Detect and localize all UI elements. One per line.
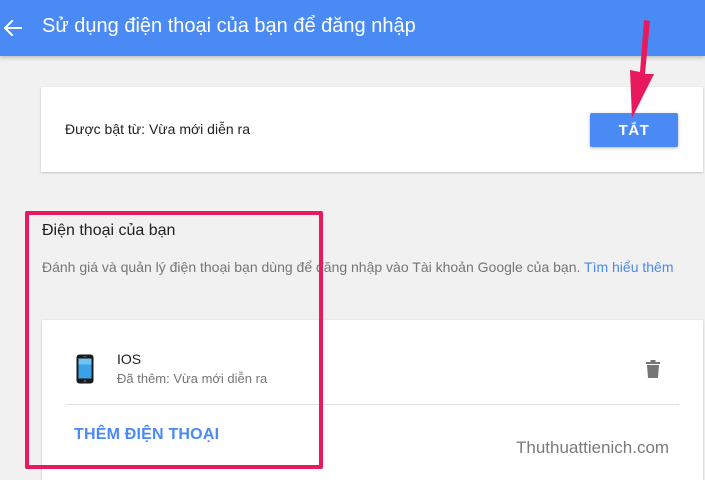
smartphone-icon: [76, 354, 94, 384]
add-phone-button[interactable]: THÊM ĐIỆN THOẠI: [74, 426, 219, 444]
section-title: Điện thoại của bạn: [42, 222, 176, 239]
turn-off-button[interactable]: TẮT: [590, 113, 678, 147]
status-text: Được bật từ: Vừa mới diễn ra: [65, 121, 250, 137]
description-text: Đánh giá và quản lý điện thoại bạn dùng …: [42, 259, 581, 275]
page-title: Sử dụng điện thoại của bạn để đăng nhập: [42, 15, 416, 37]
phone-name: IOS: [117, 351, 142, 367]
section-description: Đánh giá và quản lý điện thoại bạn dùng …: [42, 256, 692, 278]
status-card: Được bật từ: Vừa mới diễn ra TẮT: [41, 87, 703, 172]
learn-more-link[interactable]: Tìm hiểu thêm: [584, 259, 673, 275]
watermark: Thuthuattienich.com: [516, 438, 670, 457]
trash-icon: [646, 360, 660, 378]
arrow-left-icon: [4, 20, 22, 36]
divider: [66, 404, 679, 405]
app-header: Sử dụng điện thoại của bạn để đăng nhập: [0, 0, 705, 56]
back-button[interactable]: [0, 10, 26, 46]
phone-added-date: Đã thêm: Vừa mới diễn ra: [117, 371, 268, 386]
delete-phone-button[interactable]: [641, 357, 665, 381]
